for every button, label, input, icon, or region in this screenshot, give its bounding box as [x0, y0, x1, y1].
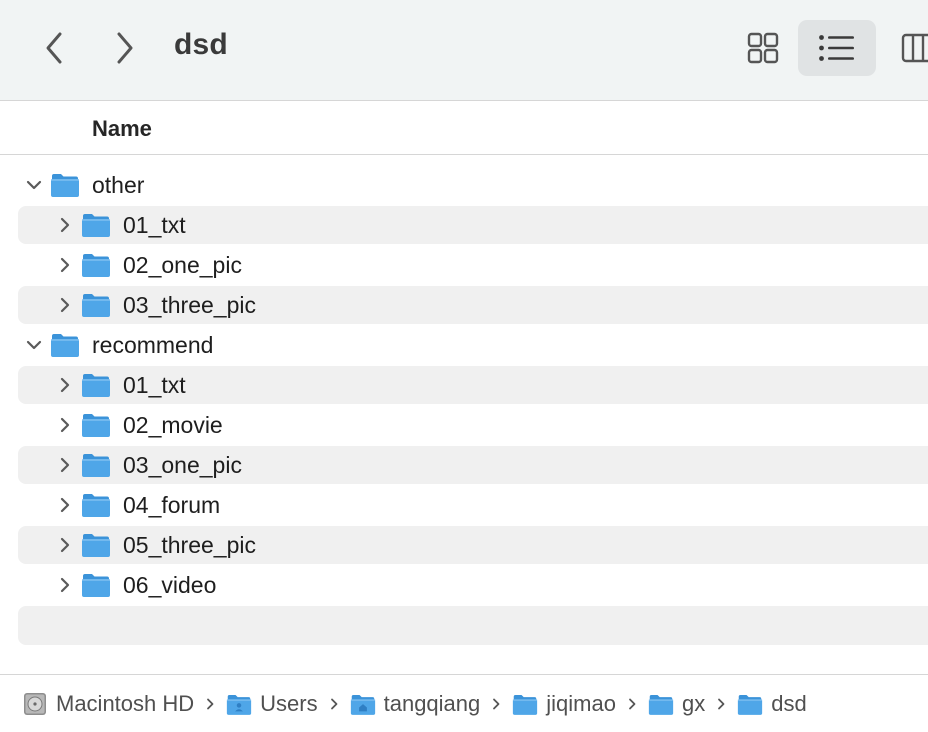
chevron-right-icon — [492, 698, 500, 710]
chevron-right-icon[interactable] — [54, 405, 76, 445]
columns-icon — [901, 33, 928, 63]
list-item-label: 02_movie — [123, 412, 223, 438]
list-view-button[interactable] — [798, 20, 876, 76]
breadcrumb-item[interactable]: tangqiang — [350, 691, 481, 717]
list-item-label: 03_three_pic — [123, 292, 256, 318]
forward-button[interactable] — [105, 26, 145, 70]
chevron-right-icon — [117, 32, 133, 64]
hard-drive-icon — [22, 691, 48, 717]
breadcrumb-label: Macintosh HD — [56, 691, 195, 716]
name-column-header[interactable]: Name — [92, 116, 152, 142]
toolbar: dsd — [0, 0, 928, 101]
chevron-right-icon[interactable] — [54, 445, 76, 485]
chevron-right-icon[interactable] — [54, 285, 76, 325]
breadcrumb-item[interactable]: jiqimao — [512, 691, 616, 717]
folder-icon — [81, 212, 111, 238]
list-item[interactable]: other — [0, 165, 928, 205]
users-folder-icon — [226, 693, 252, 716]
list-item[interactable]: 01_txt — [0, 365, 928, 405]
chevron-right-icon — [206, 698, 214, 710]
breadcrumb-label: gx — [681, 691, 706, 716]
folder-icon — [81, 292, 111, 318]
list-item[interactable]: 04_forum — [0, 485, 928, 525]
column-view-button[interactable] — [893, 20, 928, 76]
breadcrumb-label: dsd — [771, 691, 807, 716]
chevron-right-icon[interactable] — [54, 365, 76, 405]
folder-icon — [81, 492, 111, 518]
folder-icon — [512, 693, 538, 716]
breadcrumb: Macintosh HD Users tangqiang jiqimao gx dsd — [22, 689, 807, 719]
breadcrumb-item[interactable]: dsd — [737, 691, 807, 717]
icon-view-button[interactable] — [738, 20, 788, 76]
breadcrumb-item[interactable]: Macintosh HD — [22, 691, 194, 717]
list-item[interactable]: recommend — [0, 325, 928, 365]
folder-icon — [81, 572, 111, 598]
folder-icon — [81, 532, 111, 558]
list-item[interactable]: 06_video — [0, 565, 928, 605]
list-item-label: 01_txt — [123, 212, 186, 238]
chevron-right-icon[interactable] — [54, 205, 76, 245]
list-item-label: 02_one_pic — [123, 252, 242, 278]
empty-row — [18, 606, 928, 645]
breadcrumb-label: Users — [260, 691, 318, 716]
back-button[interactable] — [34, 26, 74, 70]
chevron-down-icon[interactable] — [23, 325, 45, 365]
list-item[interactable]: 03_three_pic — [0, 285, 928, 325]
path-bar: Macintosh HD Users tangqiang jiqimao gx dsd — [0, 674, 928, 732]
chevron-right-icon — [330, 698, 338, 710]
list-item[interactable]: 03_one_pic — [0, 445, 928, 485]
chevron-right-icon[interactable] — [54, 485, 76, 525]
folder-icon — [81, 252, 111, 278]
breadcrumb-item[interactable]: Users — [226, 691, 318, 717]
list-item-label: 04_forum — [123, 492, 221, 518]
breadcrumb-label: jiqimao — [546, 691, 616, 716]
list-item-label: 01_txt — [123, 372, 186, 398]
breadcrumb-label: tangqiang — [383, 691, 481, 716]
chevron-right-icon — [717, 698, 725, 710]
file-list: other 01_txt 02_one_pic 03_three_picrecomme… — [0, 165, 928, 605]
list-item-label: other — [92, 172, 145, 198]
breadcrumb-item[interactable]: gx — [648, 691, 705, 717]
folder-icon — [648, 693, 674, 716]
folder-icon — [737, 693, 763, 716]
window-title: dsd — [174, 28, 228, 61]
folder-icon — [50, 172, 80, 198]
chevron-right-icon[interactable] — [54, 565, 76, 605]
folder-icon — [50, 332, 80, 358]
grid-icon — [747, 32, 779, 64]
chevron-left-icon — [46, 32, 62, 64]
chevron-right-icon[interactable] — [54, 245, 76, 285]
chevron-right-icon[interactable] — [54, 525, 76, 565]
list-item-label: 03_one_pic — [123, 452, 242, 478]
list-item[interactable]: 01_txt — [0, 205, 928, 245]
list-icon — [819, 35, 854, 61]
home-folder-icon — [350, 693, 376, 716]
list-item-label: 06_video — [123, 572, 217, 598]
folder-icon — [81, 452, 111, 478]
folder-icon — [81, 372, 111, 398]
list-item[interactable]: 05_three_pic — [0, 525, 928, 565]
list-item-label: recommend — [92, 332, 214, 358]
list-item-label: 05_three_pic — [123, 532, 256, 558]
list-item[interactable]: 02_movie — [0, 405, 928, 445]
list-header: Name — [0, 101, 928, 155]
list-item[interactable]: 02_one_pic — [0, 245, 928, 285]
chevron-down-icon[interactable] — [23, 165, 45, 205]
folder-icon — [81, 412, 111, 438]
chevron-right-icon — [628, 698, 636, 710]
